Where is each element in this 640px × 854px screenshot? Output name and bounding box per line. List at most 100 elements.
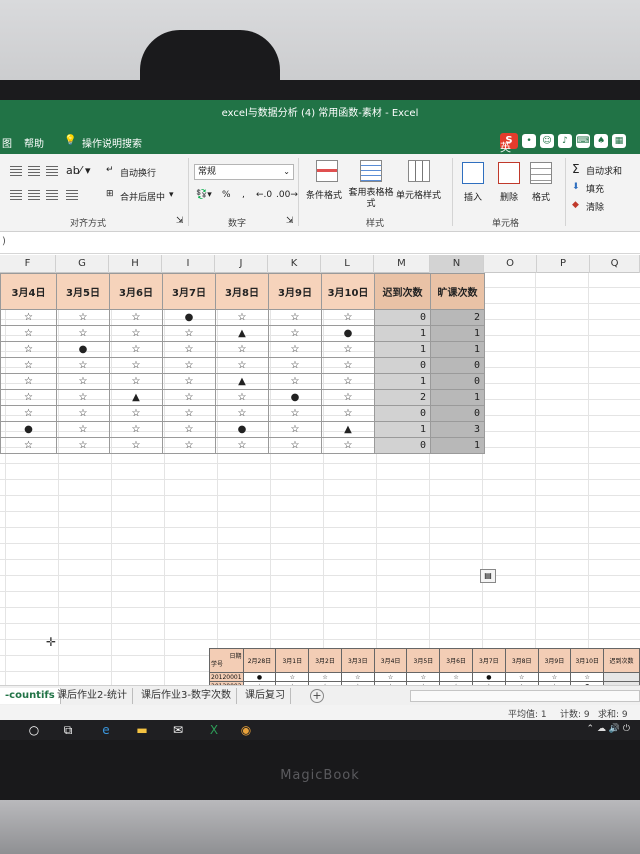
column-header[interactable]: J (215, 255, 268, 273)
cell[interactable]: ☆ (0, 405, 57, 422)
cell[interactable]: ☆ (56, 309, 110, 326)
conditional-format-icon[interactable] (316, 160, 338, 182)
delete-button[interactable]: 删除 (500, 190, 518, 203)
cell[interactable]: ● (215, 421, 269, 438)
cell[interactable]: ● (321, 325, 375, 342)
cell[interactable]: ☆ (0, 309, 57, 326)
date-header[interactable]: 3月6日 (109, 273, 163, 310)
align-right-icon[interactable] (46, 190, 58, 200)
date-header[interactable]: 3月4日 (0, 273, 57, 310)
cell[interactable]: ☆ (109, 309, 163, 326)
column-header[interactable]: H (109, 255, 162, 273)
increase-decimal-icon[interactable]: ←.0 (256, 190, 272, 200)
column-header-selected[interactable]: N (430, 255, 484, 273)
column-header[interactable]: O (484, 255, 537, 273)
column-header[interactable]: Q (590, 255, 640, 273)
cell[interactable]: ☆ (162, 421, 216, 438)
emoji-icon[interactable]: ☺ (540, 134, 554, 148)
cell[interactable]: ☆ (215, 341, 269, 358)
delete-cells-icon[interactable] (498, 162, 520, 184)
cell[interactable]: ☆ (268, 437, 322, 454)
column-header[interactable]: K (268, 255, 321, 273)
cell[interactable]: ● (162, 309, 216, 326)
late-count-cell[interactable]: 1 (374, 373, 431, 390)
cell[interactable]: ☆ (56, 437, 110, 454)
cell[interactable]: ☆ (321, 373, 375, 390)
date-header[interactable]: 3月9日 (268, 273, 322, 310)
column-header[interactable]: I (162, 255, 215, 273)
align-middle-icon[interactable] (28, 166, 40, 176)
menu-item-help[interactable]: 帮助 (24, 135, 44, 150)
cell[interactable]: ● (0, 421, 57, 438)
cell[interactable]: ● (268, 389, 322, 406)
cell[interactable]: ☆ (56, 325, 110, 342)
cell[interactable]: ☆ (268, 357, 322, 374)
cell[interactable]: ☆ (268, 341, 322, 358)
cell[interactable]: ☆ (109, 421, 163, 438)
date-header[interactable]: 3月5日 (56, 273, 110, 310)
cell[interactable]: ☆ (162, 405, 216, 422)
late-count-cell[interactable]: 0 (374, 309, 431, 326)
column-header[interactable]: F (0, 255, 56, 273)
cell[interactable]: ☆ (215, 405, 269, 422)
cell[interactable]: ☆ (162, 325, 216, 342)
cell[interactable]: ☆ (109, 437, 163, 454)
keyboard-icon[interactable]: ⌨ (576, 134, 590, 148)
align-center-icon[interactable] (28, 190, 40, 200)
search-circle-icon[interactable]: ○ (26, 722, 42, 738)
late-count-cell[interactable]: 0 (374, 405, 431, 422)
orientation-icon[interactable]: ab⁄ ▾ (66, 164, 91, 177)
sheet-tab[interactable]: 课后作业3-数字次数 (136, 688, 237, 704)
cell[interactable]: ☆ (56, 357, 110, 374)
cell[interactable]: ☆ (0, 389, 57, 406)
system-tray-icons[interactable]: ⌃ ☁ 🔊 ⏻ (587, 724, 630, 734)
sheet-tab[interactable]: 课后复习 (240, 688, 291, 704)
cell[interactable]: ☆ (109, 357, 163, 374)
cell[interactable]: ☆ (215, 357, 269, 374)
cell[interactable]: ☆ (268, 309, 322, 326)
insert-button[interactable]: 插入 (464, 190, 482, 203)
autosum-button[interactable]: 自动求和 (586, 164, 622, 177)
cell[interactable]: ☆ (215, 389, 269, 406)
cell[interactable]: ☆ (56, 405, 110, 422)
cell[interactable]: ▲ (215, 373, 269, 390)
absent-count-cell[interactable]: 1 (430, 325, 485, 342)
absent-count-header[interactable]: 旷课次数 (430, 273, 485, 310)
cell[interactable]: ☆ (162, 373, 216, 390)
add-sheet-button[interactable]: + (310, 689, 324, 703)
cell[interactable]: ☆ (56, 373, 110, 390)
sheet-tab[interactable]: 课后作业2-统计 (52, 688, 133, 704)
mail-icon[interactable]: ✉ (170, 722, 186, 738)
cell-styles-icon[interactable] (408, 160, 430, 182)
late-count-cell[interactable]: 1 (374, 341, 431, 358)
conditional-format-button[interactable]: 条件格式 (306, 188, 342, 201)
toolbox-icon[interactable]: ▦ (612, 134, 626, 148)
formula-bar[interactable]: ) (0, 232, 640, 254)
cell[interactable]: ☆ (0, 357, 57, 374)
decrease-decimal-icon[interactable]: .00→ (276, 190, 298, 200)
worksheet-grid[interactable]: F G H I J K L M N O P Q 3月4日 3月5日 3月6日 3… (0, 255, 640, 685)
cell[interactable]: ☆ (321, 405, 375, 422)
file-explorer-icon[interactable]: ▬ (134, 722, 150, 738)
cell[interactable]: ☆ (321, 341, 375, 358)
microphone-icon[interactable]: ♪ (558, 134, 572, 148)
date-header[interactable]: 3月7日 (162, 273, 216, 310)
absent-count-cell[interactable]: 0 (430, 373, 485, 390)
late-count-cell[interactable]: 1 (374, 421, 431, 438)
cell[interactable]: ▲ (321, 421, 375, 438)
cell[interactable]: ☆ (0, 373, 57, 390)
currency-icon[interactable]: 💱▾ (196, 190, 212, 200)
absent-count-cell[interactable]: 3 (430, 421, 485, 438)
cell[interactable]: ☆ (162, 341, 216, 358)
cell[interactable]: ● (56, 341, 110, 358)
format-as-table-button[interactable]: 套用表格格式 (348, 188, 394, 210)
cell[interactable]: ☆ (0, 437, 57, 454)
cell[interactable]: ☆ (321, 309, 375, 326)
cell[interactable]: ☆ (321, 437, 375, 454)
cell[interactable]: ☆ (215, 437, 269, 454)
cell[interactable]: ☆ (215, 309, 269, 326)
cell[interactable]: ☆ (109, 405, 163, 422)
cell[interactable]: ☆ (162, 437, 216, 454)
ime-language-label[interactable]: 英 (500, 139, 511, 155)
column-header[interactable]: P (537, 255, 590, 273)
